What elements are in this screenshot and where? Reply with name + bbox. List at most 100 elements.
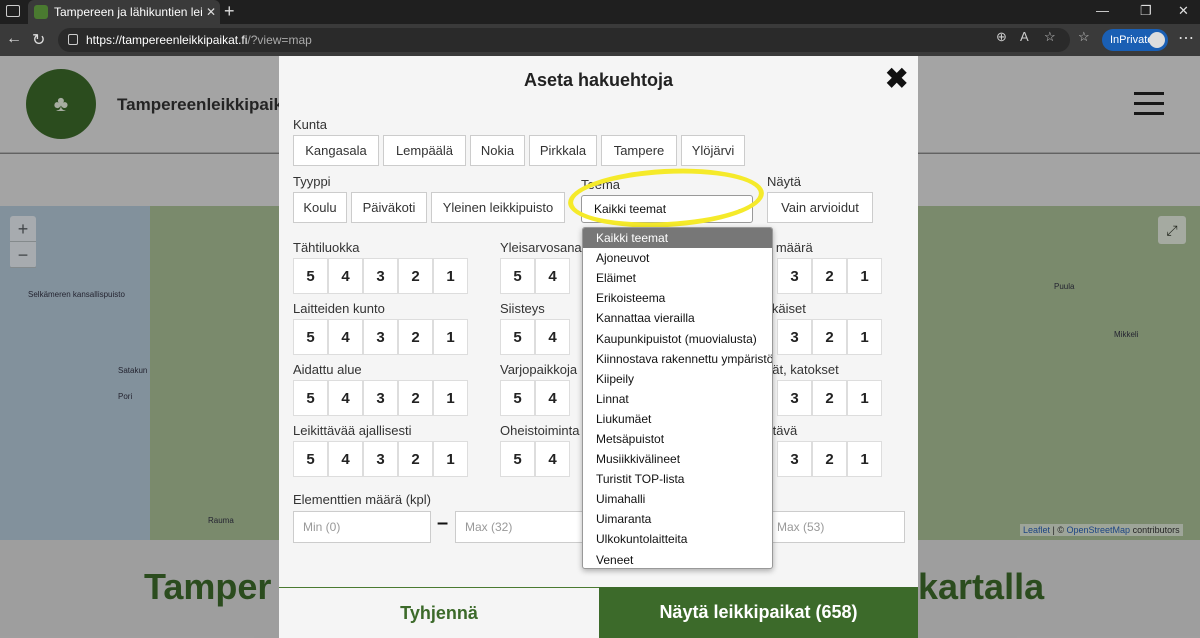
dropdown-option[interactable]: Kiipeily [583, 369, 772, 389]
dropdown-option[interactable]: Musiikkivälineet [583, 449, 772, 469]
rating-3[interactable]: 3 [363, 441, 398, 477]
rating-4[interactable]: 4 [328, 319, 363, 355]
dropdown-option[interactable]: Ulkokuntolaitteita [583, 529, 772, 549]
show-playgrounds-button[interactable]: Näytä leikkipaikat (658) [599, 587, 918, 638]
rating-selector: 54 [500, 441, 570, 477]
rating-1[interactable]: 1 [847, 319, 882, 355]
more-menu-icon[interactable]: ⋯ [1178, 28, 1194, 48]
rating-3[interactable]: 3 [363, 258, 398, 294]
dropdown-option[interactable]: Uimahalli [583, 489, 772, 509]
rating-1[interactable]: 1 [847, 441, 882, 477]
lock-icon [68, 34, 78, 45]
dropdown-option[interactable]: Uimaranta [583, 509, 772, 529]
kunta-option[interactable]: Pirkkala [529, 135, 597, 166]
nayta-label: Näytä [767, 174, 801, 189]
refresh-icon[interactable]: ↻ [32, 30, 45, 50]
kunta-label: Kunta [293, 117, 327, 132]
browser-tab[interactable]: Tampereen ja lähikuntien leikkipui ✕ [28, 0, 220, 24]
rating-5[interactable]: 5 [500, 258, 535, 294]
minimize-icon[interactable]: — [1096, 3, 1109, 18]
rating-5[interactable]: 5 [293, 441, 328, 477]
rating-3[interactable]: 3 [777, 258, 812, 294]
read-aloud-icon[interactable]: A [1020, 29, 1029, 44]
kunta-option[interactable]: Kangasala [293, 135, 379, 166]
maximize-icon[interactable]: ❐ [1140, 3, 1152, 19]
rating-4[interactable]: 4 [328, 380, 363, 416]
only-rated-option[interactable]: Vain arvioidut [767, 192, 873, 223]
tyyppi-option[interactable]: Päiväkoti [351, 192, 427, 223]
second-max-input[interactable]: Max (53) [767, 511, 905, 543]
rating-5[interactable]: 5 [293, 319, 328, 355]
clear-button[interactable]: Tyhjennä [279, 587, 599, 638]
rating-2[interactable]: 2 [812, 380, 847, 416]
rating-1[interactable]: 1 [433, 258, 468, 294]
url-field[interactable]: https://tampereenleikkipaikat.fi /?view=… [58, 28, 1070, 52]
elements-min-input[interactable]: Min (0) [293, 511, 431, 543]
rating-selector: 321 [777, 380, 882, 416]
kunta-option[interactable]: Nokia [470, 135, 525, 166]
rating-1[interactable]: 1 [433, 441, 468, 477]
rating-selector: 54321 [293, 380, 468, 416]
rating-1[interactable]: 1 [433, 319, 468, 355]
rating-5[interactable]: 5 [500, 380, 535, 416]
close-window-icon[interactable]: ✕ [1178, 3, 1189, 19]
elements-max-input[interactable]: Max (32) [455, 511, 585, 543]
tyyppi-option[interactable]: Koulu [293, 192, 347, 223]
kunta-option[interactable]: Lempäälä [383, 135, 466, 166]
inprivate-badge[interactable]: InPrivate [1102, 29, 1168, 51]
dropdown-option[interactable]: Eläimet [583, 268, 772, 288]
rating-4[interactable]: 4 [535, 258, 570, 294]
kunta-option[interactable]: Tampere [601, 135, 677, 166]
dropdown-option[interactable]: Veneet [583, 550, 772, 569]
favorites-icon[interactable]: ☆ [1078, 29, 1090, 45]
dropdown-option[interactable]: Kaupunkipuistot (muovialusta) [583, 328, 772, 348]
rating-3[interactable]: 3 [363, 319, 398, 355]
rating-3[interactable]: 3 [777, 380, 812, 416]
back-icon[interactable]: ← [6, 30, 22, 48]
rating-5[interactable]: 5 [293, 258, 328, 294]
rating-4[interactable]: 4 [328, 258, 363, 294]
rating-5[interactable]: 5 [293, 380, 328, 416]
rating-2[interactable]: 2 [398, 258, 433, 294]
kunta-option[interactable]: Ylöjärvi [681, 135, 745, 166]
favorite-star-icon[interactable]: ☆ [1044, 29, 1056, 45]
rating-2[interactable]: 2 [812, 319, 847, 355]
tab-actions-icon[interactable] [6, 5, 20, 17]
rating-2[interactable]: 2 [812, 441, 847, 477]
new-tab-icon[interactable]: + [224, 2, 235, 20]
rating-2[interactable]: 2 [398, 319, 433, 355]
dropdown-option[interactable]: Kannattaa vierailla [583, 308, 772, 328]
rating-2[interactable]: 2 [398, 380, 433, 416]
range-dash: – [437, 512, 449, 534]
rating-4[interactable]: 4 [535, 319, 570, 355]
rating-3[interactable]: 3 [363, 380, 398, 416]
zoom-icon[interactable]: ⊕ [996, 29, 1007, 45]
dropdown-option[interactable]: Metsäpuistot [583, 429, 772, 449]
rating-2[interactable]: 2 [398, 441, 433, 477]
close-icon[interactable]: ✖ [885, 62, 908, 95]
rating-4[interactable]: 4 [535, 441, 570, 477]
rating-selector: 54 [500, 319, 570, 355]
dropdown-option[interactable]: Kaikki teemat [583, 228, 772, 249]
dropdown-option[interactable]: Liukumäet [583, 409, 772, 429]
rating-1[interactable]: 1 [847, 258, 882, 294]
rating-1[interactable]: 1 [847, 380, 882, 416]
browser-titlebar: Tampereen ja lähikuntien leikkipui ✕ + —… [0, 0, 1200, 24]
dropdown-option[interactable]: Erikoisteema [583, 288, 772, 308]
rating-4[interactable]: 4 [535, 380, 570, 416]
tab-title: Tampereen ja lähikuntien leikkipui [54, 5, 202, 19]
close-tab-icon[interactable]: ✕ [202, 5, 220, 19]
rating-3[interactable]: 3 [777, 441, 812, 477]
rating-2[interactable]: 2 [812, 258, 847, 294]
tyyppi-option[interactable]: Yleinen leikkipuisto [431, 192, 565, 223]
rating-5[interactable]: 5 [500, 441, 535, 477]
dropdown-option[interactable]: Turistit TOP-lista [583, 469, 772, 489]
rating-5[interactable]: 5 [500, 319, 535, 355]
rating-selector: 321 [777, 258, 882, 294]
rating-3[interactable]: 3 [777, 319, 812, 355]
rating-1[interactable]: 1 [433, 380, 468, 416]
rating-4[interactable]: 4 [328, 441, 363, 477]
dropdown-option[interactable]: Ajoneuvot [583, 248, 772, 268]
dropdown-option[interactable]: Kiinnostava rakennettu ympäristö [583, 349, 772, 369]
dropdown-option[interactable]: Linnat [583, 389, 772, 409]
